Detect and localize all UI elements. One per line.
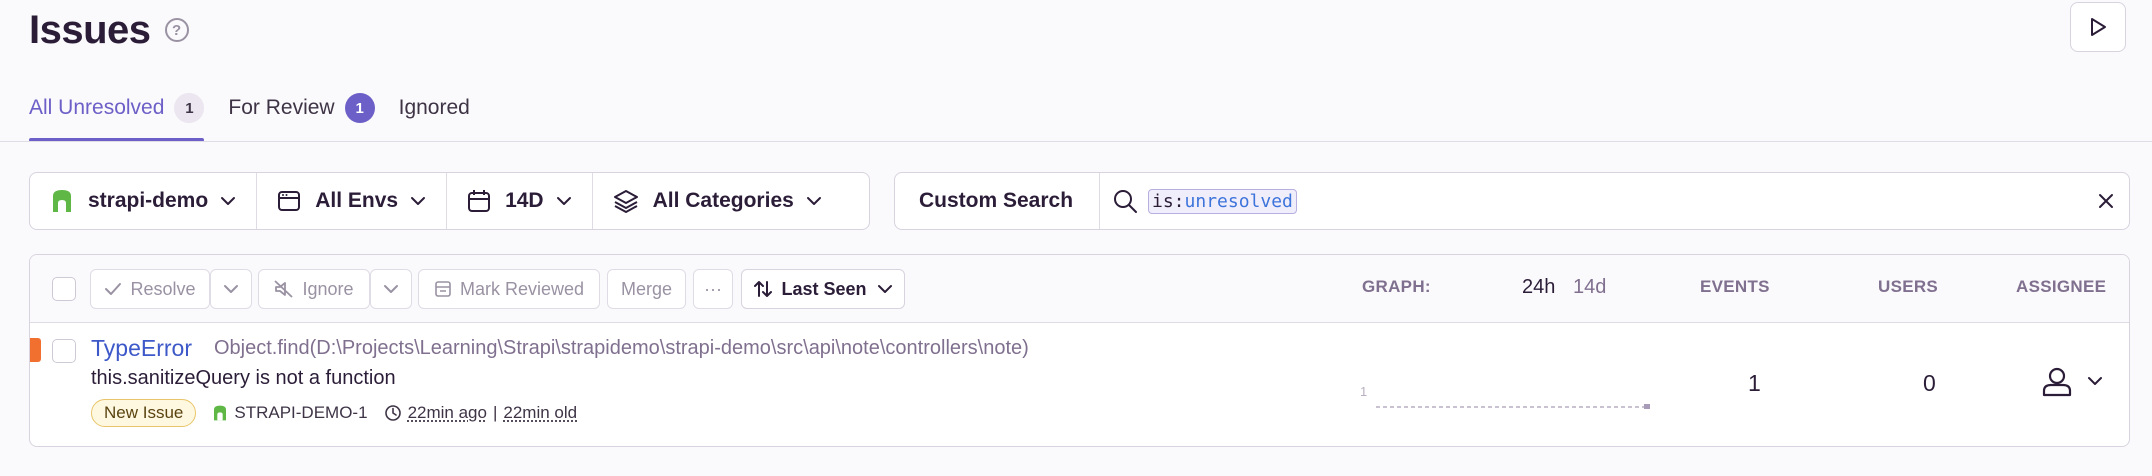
token-value: unresolved [1184,190,1293,212]
issue-short-id[interactable]: STRAPI-DEMO-1 [212,403,368,423]
event-sparkline[interactable]: 1 [1360,384,1660,414]
status-badge: New Issue [91,399,197,427]
select-all-checkbox[interactable] [52,277,76,301]
issue-times: 22min ago | 22min old [384,403,577,423]
table-header: Resolve Ignore Mark Reviewed Merge ··· L… [30,255,2129,323]
issues-page: Issues ? All Unresolved 1 For Review 1 I… [0,0,2152,476]
sort-arrows-icon [753,279,773,299]
page-header: Issues ? [29,4,189,56]
level-indicator [30,338,41,362]
page-title: Issues [29,7,151,52]
category-label: All Categories [652,189,794,212]
graph-range-24h[interactable]: 24h [1522,276,1555,299]
graph-range-14d[interactable]: 14d [1573,276,1606,299]
filter-bar: strapi-demo All Envs 14D All Categories [29,172,870,230]
environment-selector[interactable]: All Envs [257,173,448,229]
user-icon [2041,365,2073,397]
environment-label: All Envs [315,189,399,212]
events-column-header: EVENTS [1700,277,1770,296]
row-checkbox[interactable] [52,339,76,363]
clock-icon [384,404,402,422]
calendar-icon [467,189,491,213]
env-window-icon [277,190,301,212]
chevron-down-icon [410,196,426,206]
project-icon [212,404,228,422]
resolve-dropdown-button[interactable] [210,269,252,309]
users-count: 0 [1923,370,1936,396]
chevron-down-icon [383,284,399,294]
date-range-label: 14D [505,189,544,212]
issue-meta: New Issue STRAPI-DEMO-1 22min ago | 22mi… [91,399,577,427]
issue-tabs: All Unresolved 1 For Review 1 Ignored [29,88,494,142]
tab-label: Ignored [398,96,470,119]
ignore-dropdown-button[interactable] [370,269,412,309]
chevron-down-icon [806,196,822,206]
ignore-button[interactable]: Ignore [258,269,370,309]
search-bar: Custom Search is:unresolved [894,172,2130,230]
stack-layers-icon [613,189,639,213]
category-selector[interactable]: All Categories [593,173,842,229]
search-icon [1112,188,1138,214]
chevron-down-icon [556,196,572,206]
review-box-icon [434,280,452,298]
chevron-down-icon [877,284,893,294]
ignore-label: Ignore [302,278,354,299]
users-column-header: USERS [1878,277,1939,296]
custom-search-button[interactable]: Custom Search [895,173,1100,229]
assignee-selector[interactable] [2041,365,2103,397]
close-icon[interactable] [2097,192,2115,210]
time-separator: | [492,403,498,422]
tab-label: All Unresolved [29,96,165,119]
date-range-selector[interactable]: 14D [447,173,593,229]
issue-short-id-label: STRAPI-DEMO-1 [234,403,368,422]
chevron-down-icon [2087,376,2103,386]
tabs-divider [0,141,2152,142]
graph-column-header: GRAPH: [1362,277,1431,296]
tab-for-review[interactable]: For Review 1 [228,88,375,142]
search-input[interactable]: is:unresolved [1148,188,1297,214]
assignee-column-header: ASSIGNEE [2016,277,2107,296]
sort-label: Last Seen [781,278,867,299]
help-icon[interactable]: ? [164,18,189,42]
mark-reviewed-button[interactable]: Mark Reviewed [418,269,600,309]
tab-count-badge: 1 [174,93,205,123]
chevron-down-icon [220,196,236,206]
issues-table: Resolve Ignore Mark Reviewed Merge ··· L… [29,254,2130,447]
last-seen-time[interactable]: 22min ago [408,403,487,423]
project-name: strapi-demo [88,189,209,212]
more-actions-button[interactable]: ··· [693,269,733,309]
resolve-label: Resolve [130,278,196,299]
project-selector[interactable]: strapi-demo [30,173,258,229]
chevron-down-icon [223,284,239,294]
sparkline-chart [1376,404,1650,409]
token-key: is: [1152,190,1185,212]
tab-label: For Review [228,96,335,119]
tab-count-badge: 1 [344,93,375,123]
resolve-button[interactable]: Resolve [90,269,210,309]
events-count: 1 [1748,370,1761,396]
checkmark-icon [104,282,122,296]
tab-ignored[interactable]: Ignored [399,88,470,142]
issue-title-link[interactable]: TypeError [91,335,192,362]
merge-button[interactable]: Merge [607,269,686,309]
mute-icon [274,280,294,298]
sort-button[interactable]: Last Seen [741,269,905,309]
issue-location: Object.find(D:\Projects\Learning\Strapi\… [214,337,1029,359]
play-icon[interactable] [2070,2,2126,52]
project-icon [50,188,74,214]
issue-message: this.sanitizeQuery is not a function [91,367,396,389]
first-seen-age[interactable]: 22min old [503,403,577,423]
table-row[interactable]: TypeError Object.find(D:\Projects\Learni… [30,324,2129,446]
mark-reviewed-label: Mark Reviewed [459,278,585,299]
tab-all-unresolved[interactable]: All Unresolved 1 [29,88,205,142]
